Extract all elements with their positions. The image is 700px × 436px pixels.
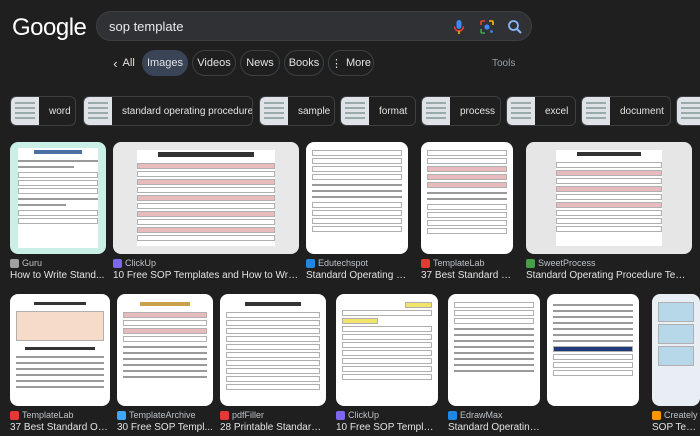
result-thumbnail[interactable] xyxy=(421,142,513,254)
result-source: EdrawMax xyxy=(448,410,503,420)
result-source: TemplateLab xyxy=(421,258,485,268)
result-source: pdfFiller xyxy=(220,410,264,420)
tab-news[interactable]: News xyxy=(240,50,280,76)
more-vert-icon: ⋮ xyxy=(330,57,342,70)
site-favicon-icon xyxy=(526,258,535,268)
tab-books[interactable]: Books xyxy=(284,50,324,76)
chip-thumbnail xyxy=(260,97,288,125)
chip-thumbnail xyxy=(11,97,39,125)
google-logo[interactable]: Google xyxy=(12,14,87,42)
mic-icon[interactable] xyxy=(449,17,469,37)
site-favicon-icon xyxy=(421,258,430,268)
chip-format[interactable]: format xyxy=(340,96,416,126)
image-result[interactable]: TemplateLab 37 Best Standard O... xyxy=(421,142,513,282)
result-source: Guru xyxy=(10,258,42,268)
result-thumbnail[interactable] xyxy=(526,142,692,254)
tab-all[interactable]: ‹ All xyxy=(102,50,146,76)
result-thumbnail[interactable] xyxy=(306,142,408,254)
site-favicon-icon xyxy=(652,410,661,420)
chevron-left-icon: ‹ xyxy=(113,55,118,71)
result-thumbnail[interactable] xyxy=(10,294,110,406)
result-source: SweetProcess xyxy=(526,258,596,268)
result-thumbnail[interactable] xyxy=(117,294,213,406)
chip-sample[interactable]: sample xyxy=(259,96,335,126)
result-title[interactable]: 28 Printable Standard ... xyxy=(220,422,326,433)
search-box[interactable]: sop template xyxy=(96,11,532,41)
search-input[interactable]: sop template xyxy=(109,19,183,34)
result-source: Edutechspot xyxy=(306,258,368,268)
chip-process[interactable]: process xyxy=(421,96,501,126)
related-chips: word standard operating procedure sample… xyxy=(0,96,700,128)
tab-more[interactable]: ⋮ More xyxy=(328,50,374,76)
result-title[interactable]: 37 Best Standard Op... xyxy=(10,422,110,433)
result-thumbnail[interactable] xyxy=(547,294,639,406)
site-favicon-icon xyxy=(306,258,315,268)
result-title[interactable]: Standard Operating Procedure Templat... xyxy=(526,270,692,281)
site-favicon-icon xyxy=(220,410,229,420)
chip-thumbnail xyxy=(84,97,112,125)
result-source: TemplateArchive xyxy=(117,410,196,420)
image-result[interactable]: pdfFiller 28 Printable Standard ... xyxy=(220,294,326,434)
result-title[interactable]: 10 Free SOP Templates ... xyxy=(336,422,438,433)
tools-button[interactable]: Tools xyxy=(492,58,515,69)
chip-thumbnail xyxy=(422,97,450,125)
result-source: TemplateLab xyxy=(10,410,74,420)
site-favicon-icon xyxy=(10,258,19,268)
result-title[interactable]: Standard Operating Pr... xyxy=(306,270,408,281)
search-icon[interactable] xyxy=(505,17,525,37)
image-result[interactable]: Edutechspot Standard Operating Pr... xyxy=(306,142,408,282)
chip-excel[interactable]: excel xyxy=(506,96,576,126)
chip-thumbnail xyxy=(677,97,700,125)
chip-thumbnail xyxy=(341,97,369,125)
site-favicon-icon xyxy=(10,410,19,420)
site-favicon-icon xyxy=(113,258,122,268)
result-title[interactable]: 37 Best Standard O... xyxy=(421,270,513,281)
site-favicon-icon xyxy=(448,410,457,420)
chip-word[interactable]: word xyxy=(10,96,76,126)
image-result[interactable]: ClickUp 10 Free SOP Templates ... xyxy=(336,294,438,434)
tab-images[interactable]: Images xyxy=(142,50,188,76)
result-title[interactable]: 10 Free SOP Templates and How to Write .… xyxy=(113,270,299,281)
result-source: ClickUp xyxy=(336,410,379,420)
site-favicon-icon xyxy=(117,410,126,420)
chip-document[interactable]: document xyxy=(581,96,671,126)
image-result[interactable]: EdrawMax Standard Operating Procedure ..… xyxy=(448,294,540,434)
result-source: ClickUp xyxy=(113,258,156,268)
result-thumbnail[interactable] xyxy=(113,142,299,254)
result-title[interactable]: Standard Operating Procedure ... xyxy=(448,422,540,433)
image-result[interactable]: Creately SOP Temp... xyxy=(652,294,700,434)
result-title[interactable]: SOP Temp... xyxy=(652,422,700,433)
image-result[interactable]: SweetProcess Standard Operating Procedur… xyxy=(526,142,692,282)
image-result[interactable]: TemplateLab 37 Best Standard Op... xyxy=(10,294,110,434)
result-thumbnail[interactable] xyxy=(336,294,438,406)
image-result[interactable] xyxy=(547,294,639,434)
chip-thumbnail xyxy=(582,97,610,125)
result-thumbnail[interactable] xyxy=(220,294,326,406)
result-thumbnail[interactable] xyxy=(448,294,540,406)
image-result[interactable]: Guru How to Write Stand... xyxy=(10,142,106,282)
result-title[interactable]: 30 Free SOP Templ... xyxy=(117,422,213,433)
image-result[interactable]: TemplateArchive 30 Free SOP Templ... xyxy=(117,294,213,434)
image-result[interactable]: ClickUp 10 Free SOP Templates and How to… xyxy=(113,142,299,282)
tab-videos[interactable]: Videos xyxy=(192,50,236,76)
result-thumbnail[interactable] xyxy=(652,294,700,406)
result-thumbnail[interactable] xyxy=(10,142,106,254)
chip-thumbnail xyxy=(507,97,535,125)
result-source: Creately xyxy=(652,410,698,420)
chip-standard-operating-procedure[interactable]: standard operating procedure xyxy=(83,96,253,126)
site-favicon-icon xyxy=(336,410,345,420)
result-title[interactable]: How to Write Stand... xyxy=(10,270,106,281)
chip-more[interactable] xyxy=(676,96,700,126)
lens-icon[interactable] xyxy=(477,17,497,37)
